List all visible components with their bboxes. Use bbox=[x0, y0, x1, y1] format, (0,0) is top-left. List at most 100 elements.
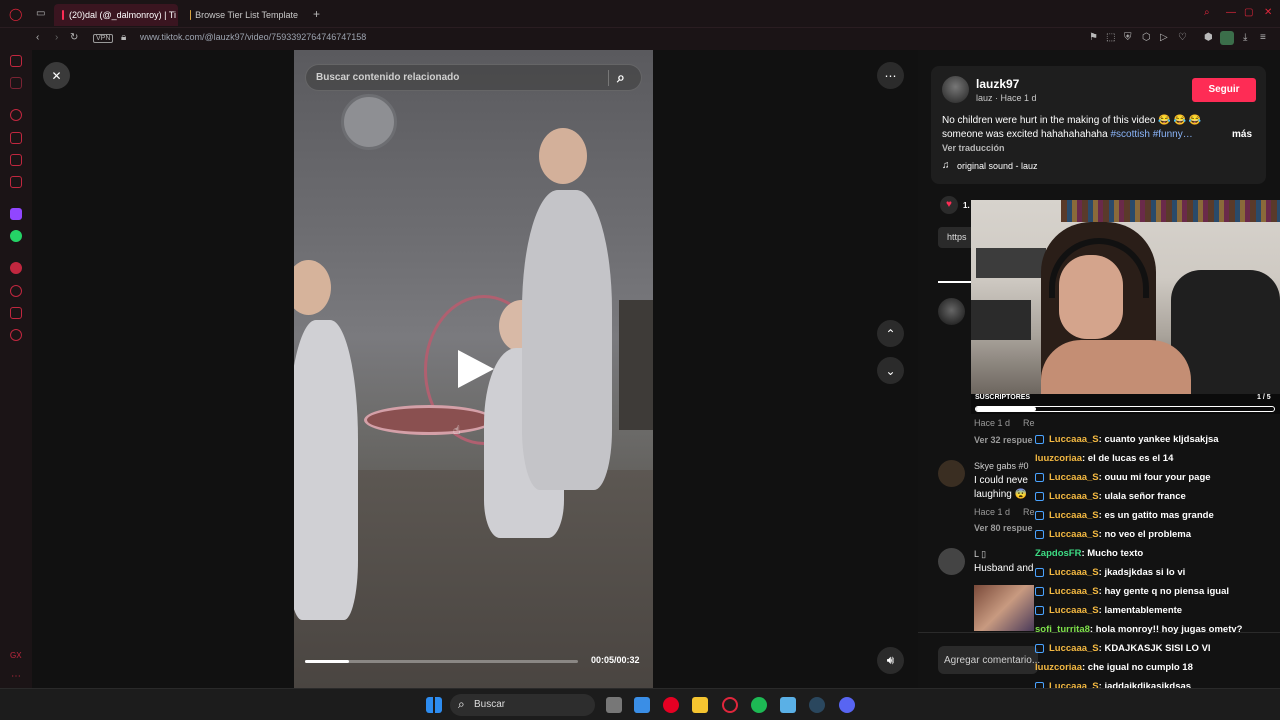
chat-text: : el de lucas es el 14 bbox=[1082, 453, 1174, 464]
subs-label: SUSCRIPTORES bbox=[975, 394, 1031, 401]
task-view-icon[interactable] bbox=[606, 697, 622, 713]
snapshot-icon[interactable]: ⬚ bbox=[1106, 33, 1115, 43]
chat-message: Luccaaa_S : hay gente q no piensa igual bbox=[1035, 582, 1280, 601]
chat-icon[interactable] bbox=[10, 154, 22, 166]
bag-icon[interactable] bbox=[10, 132, 22, 144]
tab-manager-icon[interactable]: ▭ bbox=[36, 9, 45, 19]
wall-screen bbox=[976, 248, 1046, 278]
close-video-button[interactable]: ✕ bbox=[43, 62, 70, 89]
comment-2-text-1: I could neve bbox=[974, 475, 1028, 486]
pinterest-icon[interactable] bbox=[663, 697, 679, 713]
search-tabs-icon[interactable]: ⌕ bbox=[1204, 8, 1210, 18]
whatsapp-icon[interactable] bbox=[10, 230, 22, 242]
comment-avatar-2[interactable] bbox=[938, 460, 965, 487]
file-explorer-icon[interactable] bbox=[692, 697, 708, 713]
taskbar-search[interactable]: ⌕ Buscar bbox=[450, 694, 595, 716]
child-left-head bbox=[294, 260, 331, 315]
opera-logo-icon[interactable]: ◯ bbox=[9, 8, 22, 20]
lock-icon: 🔒︎ bbox=[121, 32, 127, 43]
more-icon[interactable]: ⋯ bbox=[11, 672, 21, 682]
opera-gx-icon[interactable] bbox=[722, 697, 738, 713]
chat-username: Luccaaa_S bbox=[1049, 586, 1099, 597]
spotify-icon[interactable] bbox=[751, 697, 767, 713]
profile-avatar[interactable] bbox=[1220, 31, 1234, 45]
reload-icon[interactable]: ↻ bbox=[70, 33, 78, 43]
chat-username: Luccaaa_S bbox=[1049, 491, 1099, 502]
new-tab-icon[interactable]: + bbox=[313, 8, 320, 20]
more-options-button[interactable]: ⋯ bbox=[877, 62, 904, 89]
follow-button[interactable]: Seguir bbox=[1192, 78, 1256, 102]
comment-2-reply[interactable]: Re bbox=[1023, 507, 1035, 517]
link-text[interactable]: https bbox=[947, 232, 967, 242]
caption-hashtags[interactable]: #scottish #funny… bbox=[1110, 129, 1192, 140]
steam-icon[interactable] bbox=[809, 697, 825, 713]
shield-icon[interactable]: ⛨ bbox=[1124, 33, 1132, 43]
caption-more-link[interactable]: más bbox=[1232, 129, 1252, 140]
comment-2-user[interactable]: Skye gabs #0 bbox=[974, 461, 1029, 471]
play-icon[interactable]: ▷ bbox=[1160, 33, 1168, 43]
author-username[interactable]: lauzk97 bbox=[976, 77, 1019, 91]
comment-3-user[interactable]: L ▯ bbox=[974, 549, 986, 560]
play-icon[interactable] bbox=[458, 350, 494, 388]
forward-icon[interactable]: › bbox=[55, 33, 58, 43]
extensions-icon[interactable]: ⬢ bbox=[1204, 33, 1213, 43]
bookmark-icon[interactable]: ⚑ bbox=[1089, 33, 1098, 43]
back-icon[interactable]: ‹ bbox=[36, 33, 39, 43]
video-progress-bar[interactable] bbox=[305, 660, 578, 663]
menu-icon[interactable]: ≡ bbox=[1260, 33, 1266, 43]
download-icon[interactable]: ⤓ bbox=[1243, 33, 1247, 43]
comment-1-reply[interactable]: Re bbox=[1023, 418, 1035, 428]
cube-icon[interactable]: ⬡ bbox=[1142, 33, 1151, 43]
related-search-box[interactable]: Buscar contenido relacionado ⌕ bbox=[305, 64, 642, 91]
url-field[interactable]: www.tiktok.com/@lauzk97/video/7593392764… bbox=[140, 32, 366, 42]
author-avatar[interactable] bbox=[942, 76, 969, 103]
close-window-icon[interactable]: ✕ bbox=[1264, 8, 1272, 18]
like-count: 1. bbox=[963, 201, 970, 210]
twitch-icon[interactable] bbox=[10, 208, 22, 220]
chat-message: Luccaaa_S : cuanto yankee kljdsakjsa bbox=[1035, 430, 1280, 449]
previous-video-button[interactable]: ⌃ bbox=[877, 320, 904, 347]
m-app-icon[interactable] bbox=[10, 176, 22, 188]
maximize-icon[interactable]: ▢ bbox=[1244, 8, 1253, 18]
translate-link[interactable]: Ver traducción bbox=[942, 143, 1005, 153]
chat-username: Luccaaa_S bbox=[1049, 605, 1099, 616]
messenger-icon[interactable] bbox=[10, 77, 22, 89]
comment-2-view-replies[interactable]: Ver 80 respue bbox=[974, 523, 1033, 533]
record-icon[interactable] bbox=[10, 262, 22, 274]
next-video-button[interactable]: ⌄ bbox=[877, 357, 904, 384]
chat-text: : KDAJKASJK SISI LO VI bbox=[1098, 643, 1211, 654]
gx-icon[interactable]: GX bbox=[10, 652, 22, 660]
comment-avatar-3[interactable] bbox=[938, 548, 965, 575]
streamer-webcam bbox=[971, 200, 1280, 394]
notepad-icon[interactable] bbox=[780, 697, 796, 713]
tab-underline bbox=[938, 281, 971, 283]
history-arrow-icon[interactable] bbox=[10, 109, 22, 121]
heart-icon[interactable]: ♡ bbox=[1178, 33, 1187, 43]
windows-start-icon[interactable] bbox=[426, 697, 442, 713]
volume-button[interactable]: 🔊︎ bbox=[877, 647, 904, 674]
chat-message: Luccaaa_S : lamentablemente bbox=[1035, 601, 1280, 620]
like-heart-icon[interactable]: ♥ bbox=[940, 196, 958, 214]
comment-3-image[interactable] bbox=[974, 585, 1034, 631]
tab-tiktok[interactable]: (20)dal (@_dalmonroy) | Ti bbox=[54, 4, 178, 26]
settings-icon[interactable] bbox=[10, 329, 22, 341]
stream-chat: Luccaaa_S : cuanto yankee kljdsakjsa luuz… bbox=[1035, 430, 1280, 715]
comment-1-view-replies[interactable]: Ver 32 respue bbox=[974, 435, 1033, 445]
home-icon[interactable] bbox=[10, 55, 22, 67]
chat-text: : Mucho texto bbox=[1081, 548, 1144, 559]
desk-items bbox=[971, 300, 1031, 340]
sound-link[interactable]: original sound - lauz bbox=[957, 161, 1038, 171]
vpn-badge[interactable]: VPN bbox=[93, 34, 114, 43]
photos-icon[interactable] bbox=[634, 697, 650, 713]
cube-sidebar-icon[interactable] bbox=[10, 307, 22, 319]
taskbar-search-label: Buscar bbox=[474, 699, 506, 710]
discord-icon[interactable] bbox=[839, 697, 855, 713]
chat-username: luuzcoriaa bbox=[1035, 453, 1082, 464]
chat-username: ZapdosFR bbox=[1035, 548, 1082, 559]
minimize-icon[interactable]: — bbox=[1226, 8, 1236, 18]
search-icon[interactable]: ⌕ bbox=[617, 69, 625, 86]
comment-avatar-1[interactable] bbox=[938, 298, 965, 325]
clock-icon[interactable] bbox=[10, 285, 22, 297]
tab-tier-list[interactable]: Browse Tier List Template bbox=[182, 4, 306, 26]
subscriber-badge-icon bbox=[1035, 435, 1044, 444]
